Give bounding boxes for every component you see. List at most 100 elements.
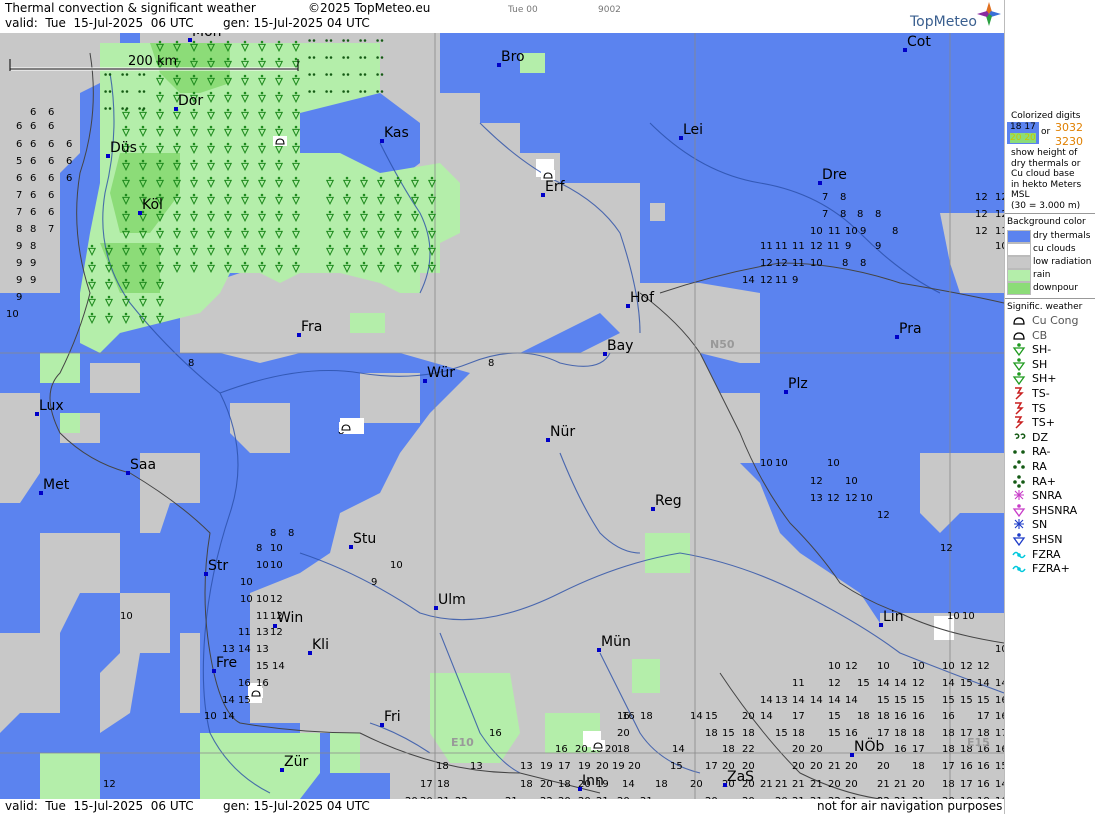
city-hof[interactable]: Hof: [626, 290, 655, 308]
city-stu[interactable]: Stu: [349, 531, 376, 549]
city-lei[interactable]: Lei: [679, 122, 703, 140]
city-lin[interactable]: Lin: [879, 609, 904, 627]
height-digit: 6: [16, 121, 22, 132]
height-digit: 15: [912, 695, 925, 706]
height-digit: 20: [605, 744, 618, 755]
height-digit: 8: [16, 224, 22, 235]
city-dre[interactable]: Dre: [818, 167, 847, 185]
day-tab[interactable]: Tue 00: [508, 5, 538, 15]
legend-panel: Colorized digits 18 17 20 20 or 3032 323…: [1004, 0, 1095, 814]
city-inn[interactable]: Inn: [578, 773, 604, 791]
city-bro[interactable]: Bro: [497, 49, 525, 67]
city-str[interactable]: Str: [204, 558, 228, 576]
city-nöb[interactable]: NÖb: [850, 737, 884, 757]
city-fri[interactable]: Fri: [380, 709, 401, 727]
height-digit: 10: [810, 258, 823, 269]
height-digit: 12: [975, 209, 988, 220]
height-digit: 10: [828, 661, 841, 672]
height-digit: 10: [845, 476, 858, 487]
height-digit: 20: [742, 711, 755, 722]
height-digit: 6: [48, 173, 54, 184]
city-label: Fra: [301, 319, 322, 335]
height-digit: 12: [760, 258, 773, 269]
wx-label: SNRA: [1032, 489, 1062, 503]
scale-label: 200 km: [128, 54, 177, 69]
city-saa[interactable]: Saa: [126, 457, 156, 475]
city-lux[interactable]: Lux: [35, 398, 64, 416]
height-digit: 8: [488, 358, 494, 369]
height-digit: 10: [962, 611, 975, 622]
height-digit: 12: [977, 661, 990, 672]
city-pra[interactable]: Pra: [895, 321, 922, 339]
copyright: ©2025 TopMeteo.eu: [308, 1, 431, 15]
city-label: Erf: [545, 179, 566, 195]
city-zas[interactable]: ZaS: [723, 769, 754, 787]
height-digit: 6: [48, 190, 54, 201]
city-label: Kas: [384, 125, 409, 141]
height-digit: 15: [775, 728, 788, 739]
height-digit: 16: [995, 711, 1004, 722]
city-wür[interactable]: Wür: [423, 365, 455, 383]
shower-icon: [1012, 357, 1026, 371]
height-digit: 14: [760, 711, 773, 722]
city-plz[interactable]: Plz: [784, 376, 808, 394]
city-label: Lei: [683, 122, 703, 138]
height-digit: 5: [16, 156, 22, 167]
height-digit: 17: [420, 779, 433, 790]
city-label: Met: [43, 477, 70, 493]
bg-swatch: [1007, 230, 1031, 243]
height-digit: 11: [828, 226, 841, 237]
height-digit: 18: [912, 761, 925, 772]
city-kas[interactable]: Kas: [380, 125, 409, 143]
grid-label: N50: [710, 338, 735, 351]
city-köl[interactable]: Köl: [138, 197, 163, 215]
height-digit: 18: [722, 744, 735, 755]
height-digit: 12: [828, 678, 841, 689]
height-digit: 16: [894, 744, 907, 755]
city-label: Win: [277, 610, 303, 626]
city-fre[interactable]: Fre: [212, 655, 237, 673]
sample-a-top: 18 17: [1010, 122, 1036, 132]
city-ulm[interactable]: Ulm: [434, 592, 466, 610]
bg-label: downpour: [1033, 283, 1078, 293]
city-dor[interactable]: Dor: [174, 93, 203, 111]
city-zür[interactable]: Zür: [280, 754, 308, 772]
height-digit: 16: [942, 711, 955, 722]
legend-wx-title: Signific. weather: [1007, 302, 1083, 312]
grid-label: E15: [967, 736, 990, 749]
wx-item: FZRA: [1005, 547, 1095, 562]
city-düs[interactable]: Düs: [106, 140, 137, 158]
height-digit: 6: [16, 139, 22, 150]
height-digit: 17: [558, 761, 571, 772]
city-fra[interactable]: Fra: [297, 319, 322, 337]
city-win[interactable]: Win: [273, 610, 303, 628]
city-mün[interactable]: Mün: [597, 634, 631, 652]
city-reg[interactable]: Reg: [651, 493, 682, 511]
height-digit: 6: [66, 139, 72, 150]
city-kli[interactable]: Kli: [308, 637, 329, 655]
height-digit: 10: [942, 661, 955, 672]
wx-item: SH+: [1005, 371, 1095, 386]
wx-label: TS: [1032, 401, 1046, 415]
compass-logo-icon: [977, 2, 1001, 26]
city-label: Mün: [601, 634, 631, 650]
city-cot[interactable]: Cot: [903, 34, 931, 52]
wx-item: SH: [1005, 357, 1095, 372]
city-bay[interactable]: Bay: [603, 338, 633, 356]
height-digit: 17: [792, 711, 805, 722]
wx-item: SNRA: [1005, 488, 1095, 503]
weather-map[interactable]: 6666666665666666676676688798999991012127…: [0, 33, 1004, 799]
disclaimer: not for air navigation purposes: [817, 799, 1003, 813]
footer-bar: valid: Tue 15-Jul-2025 06 UTC gen: 15-Ju…: [0, 799, 1004, 814]
legend-description-line: MSL: [1011, 190, 1030, 200]
city-met[interactable]: Met: [39, 477, 70, 495]
city-erf[interactable]: Erf: [541, 179, 566, 197]
height-digit: 10: [760, 458, 773, 469]
bg-label: dry thermals: [1033, 231, 1091, 241]
sleet-icon: [1014, 490, 1024, 501]
city-nür[interactable]: Nür: [546, 424, 575, 442]
height-digit: 17: [977, 711, 990, 722]
height-digit: 12: [912, 678, 925, 689]
city-label: Plz: [788, 376, 808, 392]
height-digit: 12: [270, 627, 283, 638]
